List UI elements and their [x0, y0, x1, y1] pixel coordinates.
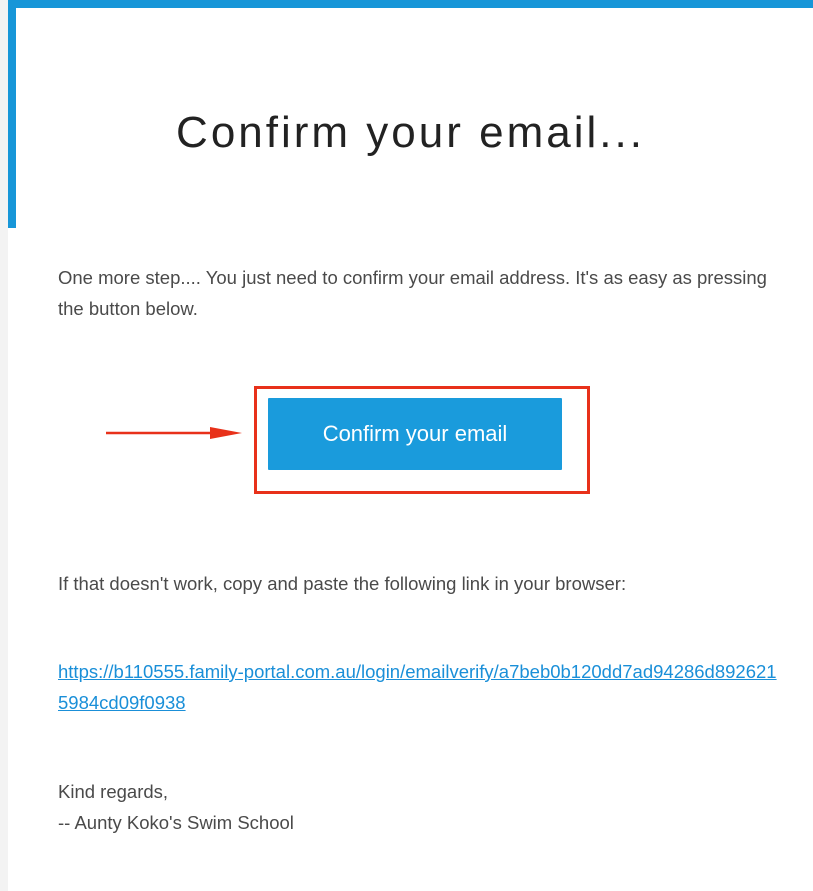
signoff-greeting: Kind regards, [58, 781, 169, 802]
fallback-text: If that doesn't work, copy and paste the… [58, 573, 627, 594]
signoff: Kind regards, -- Aunty Koko's Swim Schoo… [58, 776, 778, 838]
signoff-sender: -- Aunty Koko's Swim School [58, 812, 294, 833]
email-title: Confirm your email... [176, 108, 645, 157]
confirm-email-button[interactable]: Confirm your email [268, 398, 562, 470]
arrow-right-icon [106, 427, 242, 439]
email-card: Confirm your email... One more step.... … [8, 0, 813, 891]
verify-link[interactable]: https://b110555.family-portal.com.au/log… [58, 656, 783, 718]
intro-text: One more step.... You just need to confi… [58, 267, 767, 319]
